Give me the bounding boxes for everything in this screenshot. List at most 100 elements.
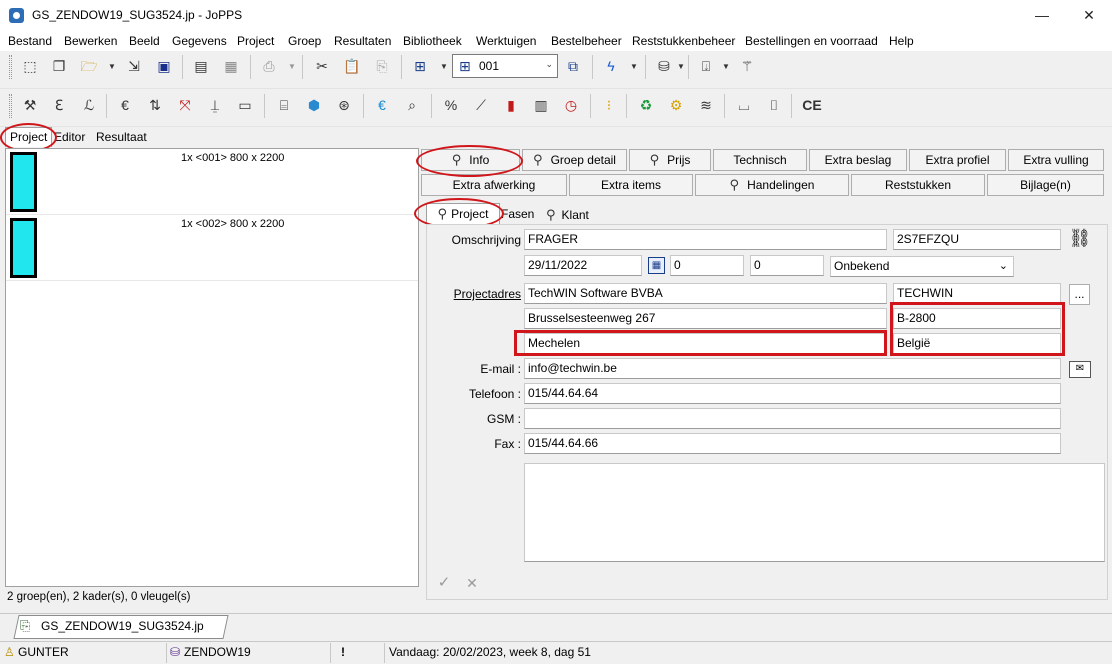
code-field[interactable]: 2S7EFZQU [893, 229, 1061, 250]
technisch-button[interactable]: Technisch [713, 149, 807, 171]
email-send-icon[interactable]: ✉ [1069, 361, 1091, 378]
group-list[interactable]: 1x <001> 800 x 2200 1x <002> 800 x 2200 [5, 148, 419, 587]
cube-icon[interactable]: ⬢ [303, 94, 325, 116]
price-profile-icon[interactable]: € [114, 94, 136, 116]
select-grid-icon[interactable]: ⊞ [409, 55, 431, 77]
frame-size-icon[interactable]: ▭ [234, 94, 256, 116]
profile-edit-icon[interactable]: ℇ [48, 94, 70, 116]
menu-beeld[interactable]: Beeld [129, 34, 160, 48]
extra-profiel-button[interactable]: Extra profiel [909, 149, 1006, 171]
traffic-icon[interactable]: ⁝ [598, 94, 620, 116]
layers-icon[interactable]: ⊛ [333, 94, 355, 116]
table-icon[interactable]: ▦ [220, 55, 242, 77]
extra-items-button[interactable]: Extra items [569, 174, 693, 196]
paste-special-icon[interactable]: ⎘ [371, 55, 393, 77]
toolbar-grip[interactable] [9, 94, 12, 118]
dimension-icon[interactable]: ⍗ [695, 55, 717, 77]
open-folder-icon[interactable]: 🗁 [78, 55, 100, 77]
print-preview-icon[interactable]: ▤ [190, 55, 212, 77]
bijlagen-button[interactable]: Bijlage(n) [987, 174, 1104, 196]
extra-beslag-button[interactable]: Extra beslag [809, 149, 907, 171]
company-field[interactable]: TechWIN Software BVBA [524, 283, 887, 304]
line-chart-icon[interactable]: ⟋ [470, 94, 492, 116]
extra-afwerking-button[interactable]: Extra afwerking [421, 174, 567, 196]
extra-vulling-button[interactable]: Extra vulling [1008, 149, 1104, 171]
confirm-icon[interactable]: ✓ [433, 572, 455, 594]
number-field-1[interactable]: 0 [670, 255, 744, 276]
list-item[interactable]: 1x <001> 800 x 2200 [6, 149, 418, 215]
number-field-2[interactable]: 0 [750, 255, 824, 276]
telefoon-field[interactable]: 015/44.64.64 [524, 383, 1061, 404]
reststukken-button[interactable]: Reststukken [851, 174, 985, 196]
company-short-field[interactable]: TECHWIN [893, 283, 1061, 304]
menu-bestelbeheer[interactable]: Bestelbeheer [551, 34, 622, 48]
street-field[interactable]: Brusselsesteenweg 267 [524, 308, 887, 329]
print-icon[interactable]: ⎙ [258, 55, 280, 77]
glass-price-icon[interactable]: € [371, 94, 393, 116]
windows-icon[interactable]: ⧉ [562, 55, 584, 77]
hardware-icon[interactable]: ⌴ [733, 94, 755, 116]
maximize-button[interactable] [1020, 0, 1066, 31]
fax-field[interactable]: 015/44.64.66 [524, 433, 1061, 454]
tab-fasen[interactable]: Fasen [501, 205, 534, 226]
notes-textarea[interactable] [524, 463, 1105, 562]
ce-icon[interactable]: CE [801, 94, 823, 116]
dimension-dropdown-icon[interactable]: ▼ [722, 62, 730, 71]
height-icon[interactable]: ⇅ [144, 94, 166, 116]
print-dropdown-icon[interactable]: ▼ [288, 62, 296, 71]
cut-icon[interactable]: ✂ [311, 55, 333, 77]
list-item[interactable]: 1x <002> 800 x 2200 [6, 215, 418, 281]
settings-gear-icon[interactable]: ⚙ [665, 94, 687, 116]
omschrijving-field[interactable]: FRAGER [524, 229, 887, 250]
window-piece-icon[interactable]: ⌷ [763, 94, 785, 116]
toolbar-grip[interactable] [9, 55, 12, 79]
save-icon[interactable]: ▣ [153, 55, 175, 77]
link-icon[interactable]: ⛓ [1068, 228, 1092, 250]
new-icon[interactable]: ⬚ [19, 55, 41, 77]
tab-resultaat[interactable]: Resultaat [92, 128, 151, 148]
select-dropdown-icon[interactable]: ▼ [440, 62, 448, 71]
door-icon[interactable]: ⌸ [273, 94, 295, 116]
profile-list-icon[interactable]: ℒ [78, 94, 100, 116]
percent-icon[interactable]: % [440, 94, 462, 116]
calendar-icon[interactable]: ▦ [648, 257, 665, 274]
gsm-field[interactable] [524, 408, 1061, 429]
menu-bestand[interactable]: Bestand [8, 34, 52, 48]
prijs-button[interactable]: ⚲ Prijs [629, 149, 711, 171]
copy-document-icon[interactable]: ❐ [48, 55, 70, 77]
menu-reststukkenbeheer[interactable]: Reststukkenbeheer [632, 34, 735, 48]
lightning-dropdown-icon[interactable]: ▼ [630, 62, 638, 71]
menu-werktuigen[interactable]: Werktuigen [476, 34, 536, 48]
handelingen-button[interactable]: ⚲ Handelingen [695, 174, 849, 196]
menu-bestellingen-en-voorraad[interactable]: Bestellingen en voorraad [745, 34, 878, 48]
transform-icon[interactable]: ⤧ [174, 94, 196, 116]
database-help-icon[interactable]: ⛁ [653, 55, 675, 77]
date-field[interactable]: 29/11/2022 [524, 255, 642, 276]
paste-icon[interactable]: 📋 [341, 55, 363, 77]
recent-files-icon[interactable]: ⇲ [123, 55, 145, 77]
lightning-icon[interactable]: ϟ [600, 55, 622, 77]
group-select[interactable]: ⊞ 001 ⌄ [452, 54, 558, 78]
menu-resultaten[interactable]: Resultaten [334, 34, 391, 48]
menu-project[interactable]: Project [237, 34, 274, 48]
open-dropdown-icon[interactable]: ▼ [108, 62, 116, 71]
menu-gegevens[interactable]: Gegevens [172, 34, 227, 48]
more-button[interactable]: ... [1069, 284, 1090, 305]
email-field[interactable]: info@techwin.be [524, 358, 1061, 379]
database-dropdown-icon[interactable]: ▼ [677, 62, 685, 71]
clock-icon[interactable]: ◷ [560, 94, 582, 116]
status-select[interactable]: Onbekend ⌄ [830, 256, 1014, 277]
mount-icon[interactable]: ⍊ [204, 94, 226, 116]
groep-detail-button[interactable]: ⚲ Groep detail [522, 149, 627, 171]
menu-bibliotheek[interactable]: Bibliotheek [403, 34, 462, 48]
search-price-icon[interactable]: ⌕ [401, 94, 423, 116]
bar-chart-icon[interactable]: ▮ [500, 94, 522, 116]
tab-klant[interactable]: ⚲ Klant [546, 205, 589, 226]
recycle-icon[interactable]: ♻ [635, 94, 657, 116]
menu-help[interactable]: Help [889, 34, 914, 48]
magic-wand-icon[interactable]: ⚚ [736, 55, 758, 77]
profile-icon[interactable]: ⚒ [19, 94, 41, 116]
menu-groep[interactable]: Groep [288, 34, 321, 48]
menu-bewerken[interactable]: Bewerken [64, 34, 117, 48]
price-table-icon[interactable]: ▥ [530, 94, 552, 116]
